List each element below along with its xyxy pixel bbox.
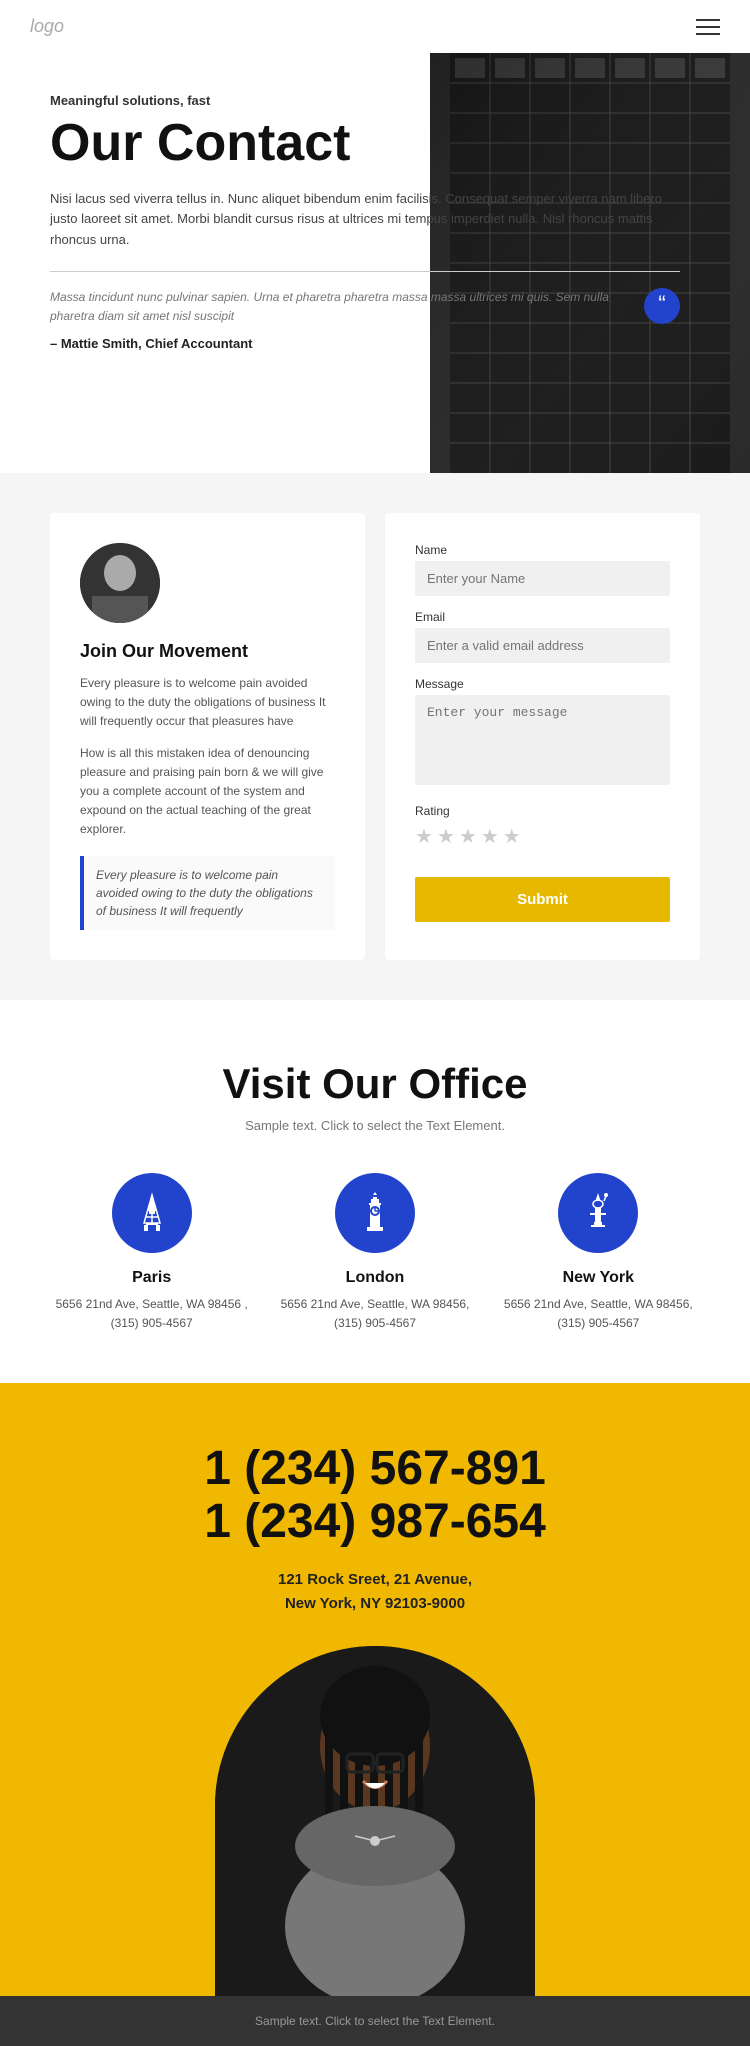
email-label: Email: [415, 610, 670, 624]
join-blockquote: Every pleasure is to welcome pain avoide…: [80, 856, 335, 930]
star-5[interactable]: ★: [503, 824, 521, 849]
star-1[interactable]: ★: [415, 824, 433, 849]
london-icon: [335, 1173, 415, 1253]
quote-icon: [644, 288, 680, 324]
name-field-group: Name: [415, 543, 670, 596]
newyork-name: New York: [497, 1269, 700, 1287]
join-quote-text: Every pleasure is to welcome pain avoide…: [96, 866, 323, 920]
email-input[interactable]: [415, 628, 670, 663]
rating-stars: ★ ★ ★ ★ ★: [415, 824, 670, 849]
submit-button[interactable]: Submit: [415, 877, 670, 922]
hero-quote-block: Massa tincidunt nunc pulvinar sapien. Ur…: [50, 288, 680, 351]
footer-text: Sample text. Click to select the Text El…: [50, 2014, 700, 2028]
hero-content: Meaningful solutions, fast Our Contact N…: [50, 93, 700, 423]
message-input[interactable]: [415, 695, 670, 785]
contact-section: Join Our Movement Every pleasure is to w…: [0, 473, 750, 1000]
message-label: Message: [415, 677, 670, 691]
rating-label: Rating: [415, 804, 670, 818]
paris-name: Paris: [50, 1269, 253, 1287]
header: logo: [0, 0, 750, 53]
message-field-group: Message: [415, 677, 670, 790]
hero-divider: [50, 271, 680, 272]
office-item-london: London 5656 21nd Ave, Seattle, WA 98456,…: [273, 1173, 476, 1333]
join-title: Join Our Movement: [80, 641, 335, 662]
hero-title: Our Contact: [50, 116, 680, 171]
office-item-newyork: New York 5656 21nd Ave, Seattle, WA 9845…: [497, 1173, 700, 1333]
office-item-paris: Paris 5656 21nd Ave, Seattle, WA 98456 ,…: [50, 1173, 253, 1333]
hero-tagline: Meaningful solutions, fast: [50, 93, 680, 108]
paris-icon: [112, 1173, 192, 1253]
footer: Sample text. Click to select the Text El…: [0, 1996, 750, 2046]
rating-group: Rating ★ ★ ★ ★ ★: [415, 804, 670, 849]
star-2[interactable]: ★: [437, 824, 455, 849]
contact-right-panel: Name Email Message Rating ★ ★ ★ ★ ★: [385, 513, 700, 960]
office-subtitle: Sample text. Click to select the Text El…: [50, 1118, 700, 1133]
join-desc-2: How is all this mistaken idea of denounc…: [80, 744, 335, 840]
hero-description: Nisi lacus sed viverra tellus in. Nunc a…: [50, 189, 680, 251]
hero-quote-author: – Mattie Smith, Chief Accountant: [50, 336, 630, 351]
name-input[interactable]: [415, 561, 670, 596]
newyork-address: 5656 21nd Ave, Seattle, WA 98456, (315) …: [497, 1295, 700, 1333]
person-figure: [215, 1646, 535, 1996]
hero-quote-text: Massa tincidunt nunc pulvinar sapien. Ur…: [50, 288, 630, 326]
hamburger-menu[interactable]: [696, 19, 720, 35]
offices-grid: Paris 5656 21nd Ave, Seattle, WA 98456 ,…: [50, 1173, 700, 1333]
london-name: London: [273, 1269, 476, 1287]
cta-person-area: [50, 1646, 700, 1996]
avatar: [80, 543, 160, 623]
star-3[interactable]: ★: [459, 824, 477, 849]
paris-address: 5656 21nd Ave, Seattle, WA 98456 , (315)…: [50, 1295, 253, 1333]
contact-card: Join Our Movement Every pleasure is to w…: [50, 513, 700, 960]
hero-section: Meaningful solutions, fast Our Contact N…: [0, 53, 750, 473]
cta-phone-2: 1 (234) 987-654: [50, 1496, 700, 1549]
email-field-group: Email: [415, 610, 670, 663]
cta-address: 121 Rock Sreet, 21 Avenue,New York, NY 9…: [50, 1568, 700, 1616]
cta-section: 1 (234) 567-891 1 (234) 987-654 121 Rock…: [0, 1383, 750, 1997]
newyork-icon: [558, 1173, 638, 1253]
cta-phone-1: 1 (234) 567-891: [50, 1443, 700, 1496]
office-title: Visit Our Office: [50, 1060, 700, 1108]
logo: logo: [30, 16, 64, 37]
london-address: 5656 21nd Ave, Seattle, WA 98456, (315) …: [273, 1295, 476, 1333]
office-section: Visit Our Office Sample text. Click to s…: [0, 1000, 750, 1383]
star-4[interactable]: ★: [481, 824, 499, 849]
name-label: Name: [415, 543, 670, 557]
contact-left-panel: Join Our Movement Every pleasure is to w…: [50, 513, 365, 960]
join-desc-1: Every pleasure is to welcome pain avoide…: [80, 674, 335, 732]
